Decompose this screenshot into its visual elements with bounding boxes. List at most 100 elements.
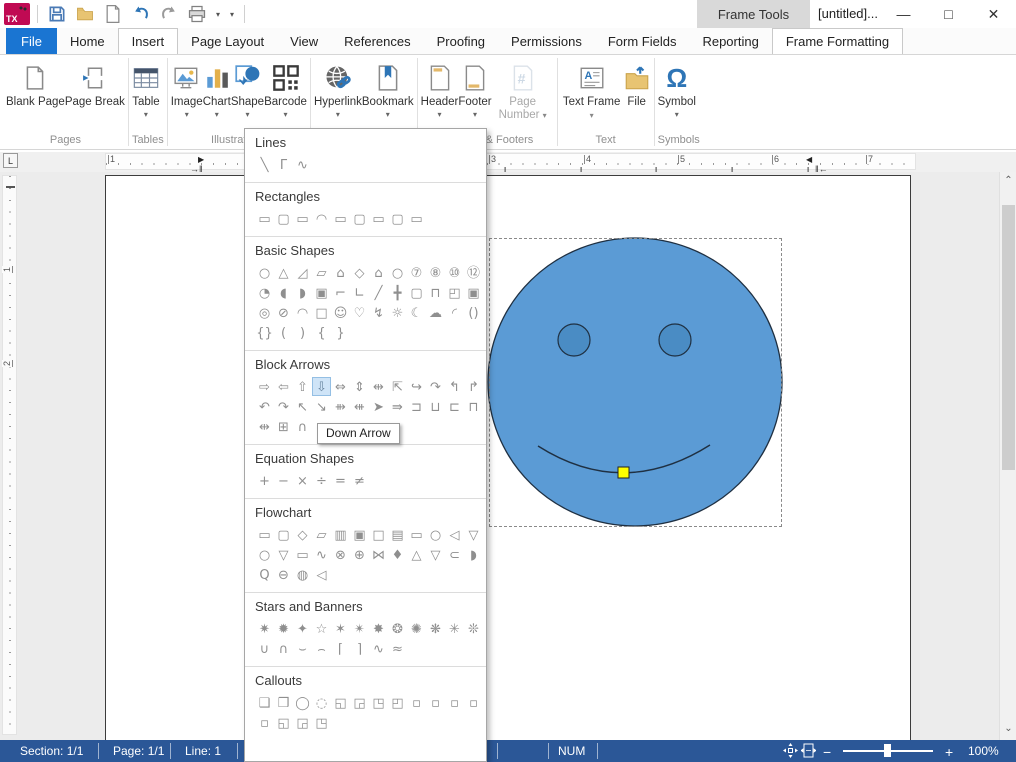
text-frame-button[interactable]: AText Frame ▾ [561, 57, 623, 131]
shape-icon[interactable]: ✷ [255, 619, 274, 638]
shape-icon[interactable]: ☼ [388, 303, 407, 322]
shape-icon[interactable]: ⑧ [426, 263, 445, 282]
header-button[interactable]: Header▾ [421, 57, 459, 131]
shape-icon[interactable]: ⇔ [331, 377, 350, 396]
shape-icon[interactable]: ⌣ [293, 639, 312, 658]
redo-icon[interactable] [157, 3, 181, 25]
shape-icon[interactable]: ☆ [312, 619, 331, 638]
shape-icon[interactable]: ◯ [293, 693, 312, 712]
right-indent-marker[interactable]: ◀ [806, 155, 812, 164]
shape-icon[interactable]: ✦ [293, 619, 312, 638]
shape-icon[interactable]: ∩ [293, 417, 312, 436]
shape-icon[interactable]: ◿ [293, 263, 312, 282]
shape-icon[interactable]: ◲ [350, 693, 369, 712]
shape-icon[interactable]: ⑦ [407, 263, 426, 282]
shape-icon[interactable]: ◱ [274, 713, 293, 732]
shape-icon[interactable]: △ [274, 263, 293, 282]
shape-icon[interactable]: ▣ [312, 283, 331, 302]
shape-icon[interactable]: ◔ [255, 283, 274, 302]
shape-icon[interactable]: ⇹ [369, 377, 388, 396]
tab-view[interactable]: View [277, 28, 331, 54]
zoom-out-button[interactable]: − [823, 744, 831, 760]
shape-icon[interactable]: ↘ [312, 397, 331, 416]
shape-icon[interactable]: ☁ [426, 303, 445, 322]
save-icon[interactable] [45, 3, 69, 25]
shape-icon[interactable]: ∟ [350, 283, 369, 302]
shape-icon[interactable]: ▭ [369, 209, 388, 228]
shape-icon[interactable]: ✳ [445, 619, 464, 638]
chart-button[interactable]: Chart▾ [203, 57, 231, 131]
shape-icon[interactable]: ÷ [312, 471, 331, 490]
shape-icon[interactable]: ⇧ [293, 377, 312, 396]
shape-icon[interactable]: ∿ [312, 545, 331, 564]
zoom-level[interactable]: 100% [968, 744, 999, 758]
shape-icon[interactable]: ▱ [312, 525, 331, 544]
shape-icon[interactable]: { [312, 323, 331, 342]
image-button[interactable]: Image▾ [171, 57, 203, 131]
shape-icon[interactable]: ◌ [312, 693, 331, 712]
shape-icon[interactable]: ⊔ [426, 397, 445, 416]
file-button[interactable]: File [623, 57, 651, 131]
shape-icon[interactable]: ◱ [331, 693, 350, 712]
shape-icon[interactable]: ⊞ [274, 417, 293, 436]
shape-icon[interactable]: □ [369, 525, 388, 544]
shape-icon[interactable]: ≠ [350, 471, 369, 490]
shape-icon[interactable]: ⇨ [255, 377, 274, 396]
shape-icon[interactable]: ▢ [407, 283, 426, 302]
shape-icon[interactable]: ▢ [350, 209, 369, 228]
shape-icon[interactable]: } [331, 323, 350, 342]
shape-icon[interactable]: − [274, 471, 293, 490]
shape-icon[interactable]: ╱ [369, 283, 388, 302]
shape-icon[interactable]: ⌂ [369, 263, 388, 282]
shape-icon[interactable]: ↪ [407, 377, 426, 396]
shape-icon[interactable]: ▫ [445, 693, 464, 712]
tab-frame-formatting[interactable]: Frame Formatting [772, 28, 903, 54]
shape-icon[interactable]: ⊗ [331, 545, 350, 564]
tab-references[interactable]: References [331, 28, 423, 54]
page-break-button[interactable]: Page Break [65, 57, 125, 131]
shape-icon[interactable]: ↷ [274, 397, 293, 416]
tab-type-selector[interactable]: L [3, 153, 18, 168]
zoom-slider-thumb[interactable] [884, 744, 891, 757]
fit-page-icon[interactable] [801, 743, 816, 758]
shape-icon[interactable]: ↯ [369, 303, 388, 322]
barcode-button[interactable]: Barcode▾ [264, 57, 307, 131]
shape-icon[interactable]: ↶ [255, 397, 274, 416]
shape-icon[interactable]: ◠ [312, 209, 331, 228]
shape-icon[interactable]: ▽ [464, 525, 483, 544]
tab-insert[interactable]: Insert [118, 28, 179, 54]
shape-icon[interactable]: ❊ [464, 619, 483, 638]
shape-icon[interactable]: ⌐ [331, 283, 350, 302]
minimize-button[interactable]: — [881, 0, 926, 28]
shape-icon[interactable]: ⋈ [369, 545, 388, 564]
shape-icon[interactable]: {} [255, 323, 274, 342]
maximize-button[interactable]: □ [926, 0, 971, 28]
status-section[interactable]: Section: 1/1 [20, 744, 83, 758]
shape-icon[interactable]: () [464, 303, 483, 322]
shape-icon[interactable]: ▢ [388, 209, 407, 228]
shape-icon[interactable]: ⊂ [445, 545, 464, 564]
shape-icon[interactable]: ☺ [331, 303, 350, 322]
shape-icon[interactable]: ♡ [350, 303, 369, 322]
shape-icon[interactable]: ▢ [274, 209, 293, 228]
shape-icon[interactable]: ◳ [312, 713, 331, 732]
horizontal-ruler[interactable]: 134567 ▶ ◀ [105, 153, 916, 170]
shape-icon[interactable]: ( [274, 323, 293, 342]
shape-icon[interactable]: ↱ [464, 377, 483, 396]
shape-icon[interactable]: ⇺ [350, 397, 369, 416]
tab-home[interactable]: Home [57, 28, 118, 54]
page-number-button[interactable]: #Page Number ▾ [492, 57, 554, 131]
shape-icon[interactable]: ▢ [274, 525, 293, 544]
shape-icon[interactable]: ◳ [369, 693, 388, 712]
shape-icon[interactable]: ⇻ [331, 397, 350, 416]
shape-icon[interactable]: ▥ [331, 525, 350, 544]
shape-icon[interactable]: ╲ [255, 155, 274, 174]
shape-icon[interactable]: ◲ [293, 713, 312, 732]
shape-icon[interactable]: ◇ [293, 525, 312, 544]
shape-icon[interactable]: ☾ [407, 303, 426, 322]
tab-form-fields[interactable]: Form Fields [595, 28, 690, 54]
shape-icon[interactable]: × [293, 471, 312, 490]
print-menu-caret[interactable]: ▾ [213, 10, 223, 19]
shape-icon[interactable]: ⊘ [274, 303, 293, 322]
tab-file[interactable]: File [6, 28, 57, 54]
